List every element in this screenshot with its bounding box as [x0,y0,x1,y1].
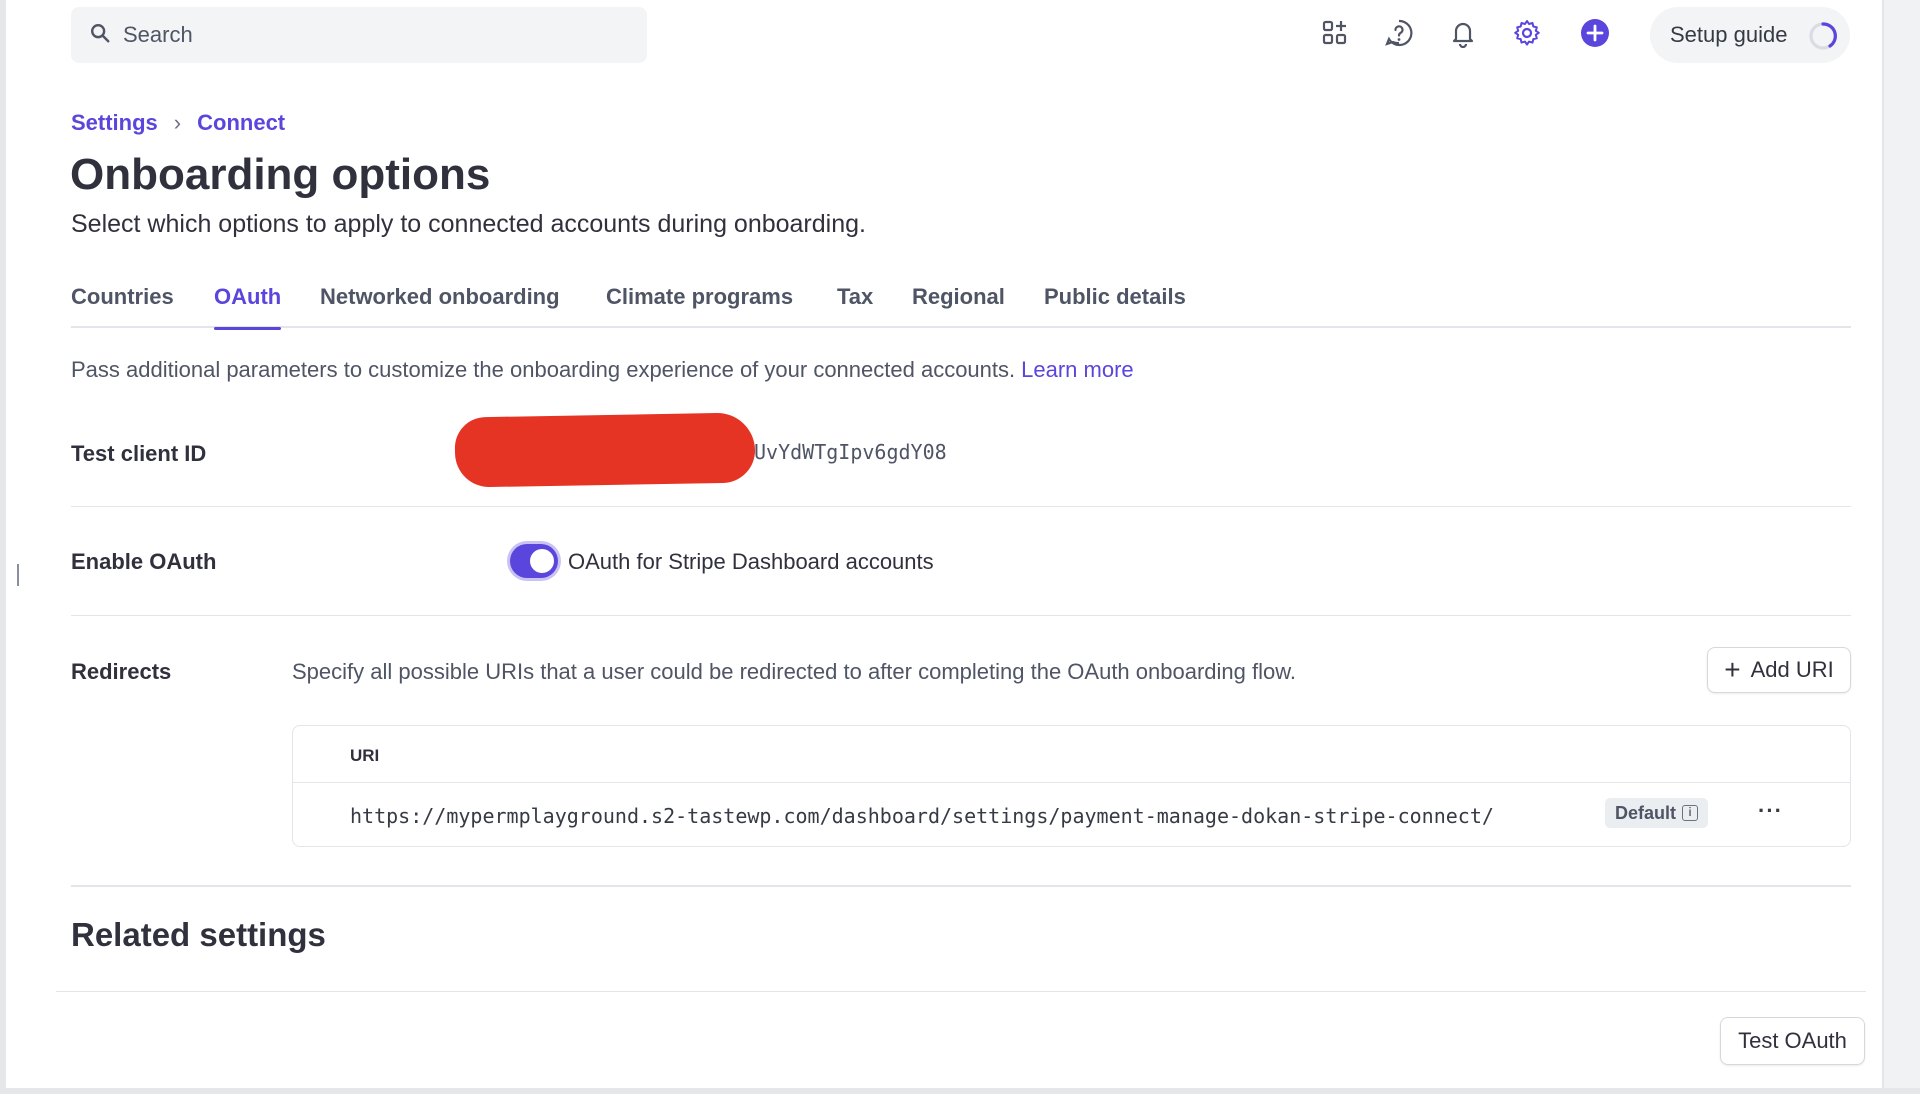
search-icon [89,22,111,49]
redaction-mark [454,412,756,488]
window-left-edge [0,0,6,1094]
breadcrumb: Settings › Connect [71,110,285,136]
tab-networked-onboarding[interactable]: Networked onboarding [320,284,560,328]
chevron-right-icon: › [173,110,182,135]
add-uri-button[interactable]: + Add URI [1707,647,1851,693]
vertical-scrollbar[interactable] [1882,0,1920,1094]
bell-icon[interactable] [1446,16,1480,50]
redirects-label: Redirects [71,659,172,684]
section-divider [71,885,1851,887]
oauth-intro-text: Pass additional parameters to customize … [71,357,1016,382]
enable-oauth-label: Enable OAuth [71,549,217,574]
info-icon[interactable]: i [1682,805,1699,821]
oauth-intro: Pass additional parameters to customize … [71,357,1134,383]
divider [56,991,1866,992]
breadcrumb-settings[interactable]: Settings [71,110,158,136]
window-bottom-edge [0,1088,1920,1094]
breadcrumb-connect[interactable]: Connect [197,110,285,136]
divider [71,615,1851,616]
default-badge: Default i [1605,798,1709,828]
apps-icon[interactable] [1318,16,1352,50]
page-subtitle: Select which options to apply to connect… [71,210,866,238]
progress-ring-icon [1809,22,1837,50]
setup-guide-button[interactable]: Setup guide [1650,7,1850,63]
plus-icon[interactable] [1578,16,1612,50]
divider [71,506,1851,507]
uri-table: URI https://mypermplayground.s2-tastewp.… [292,725,1851,847]
tab-oauth[interactable]: OAuth [214,284,282,330]
tab-tax[interactable]: Tax [837,284,873,328]
test-client-id-value: UvYdWTgIpv6gdY08 [754,440,947,464]
tab-public-details[interactable]: Public details [1044,284,1186,328]
gear-icon[interactable] [1510,16,1544,50]
tab-climate-programs[interactable]: Climate programs [606,284,793,328]
help-icon[interactable] [1382,16,1416,50]
setup-guide-label: Setup guide [1670,22,1788,47]
uri-value: https://mypermplayground.s2-tastewp.com/… [350,804,1494,828]
test-oauth-button[interactable]: Test OAuth [1720,1017,1865,1065]
table-divider [293,782,1850,783]
resize-handle[interactable] [17,564,19,586]
tab-regional[interactable]: Regional [912,284,1005,328]
redirects-description: Specify all possible URIs that a user co… [292,659,1297,684]
search-placeholder: Search [123,22,193,47]
test-client-id-label: Test client ID [71,441,207,466]
add-uri-label: Add URI [1750,657,1834,682]
toggle-knob [530,549,554,573]
tab-bar: Countries OAuth Networked onboarding Cli… [71,284,1851,330]
default-badge-label: Default [1615,802,1677,823]
learn-more-link[interactable]: Learn more [1021,357,1134,382]
search-input[interactable]: Search [71,7,647,63]
related-settings-title: Related settings [71,916,326,953]
page-title: Onboarding options [70,150,491,199]
enable-oauth-toggle[interactable] [510,544,558,578]
uri-column-header: URI [350,746,380,765]
tab-countries[interactable]: Countries [71,284,174,328]
enable-oauth-text: OAuth for Stripe Dashboard accounts [568,549,934,574]
more-actions-icon[interactable]: ··· [1758,798,1783,824]
plus-icon: + [1724,654,1741,685]
